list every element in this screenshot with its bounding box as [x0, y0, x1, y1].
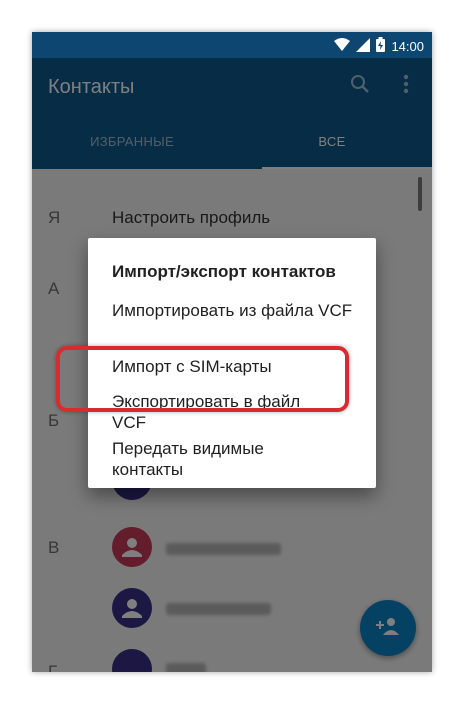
export-vcf-option[interactable]: Экспортировать в файл VCF — [112, 391, 312, 433]
wifi-icon — [334, 38, 351, 54]
dialog-title: Импорт/экспорт контактов — [112, 262, 336, 281]
import-export-dialog: Импорт/экспорт контактов Импортировать и… — [88, 238, 376, 488]
status-time: 14:00 — [391, 38, 424, 54]
signal-icon — [356, 37, 371, 55]
phone-screen: 14:00 Контакты ИЗБРАННЫЕ ВСЕ Я Настроить… — [32, 32, 432, 672]
status-bar: 14:00 — [32, 32, 432, 58]
share-visible-contacts-option[interactable]: Передать видимые контакты — [112, 438, 312, 480]
import-sim-option[interactable]: Импорт с SIM-карты — [112, 356, 362, 377]
battery-charging-icon — [376, 37, 386, 55]
import-vcf-option[interactable]: Импортировать из файла VCF — [112, 300, 362, 321]
